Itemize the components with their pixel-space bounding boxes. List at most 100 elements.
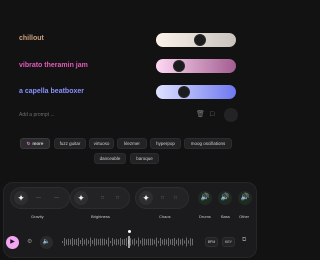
- slider-knob[interactable]: [194, 34, 206, 46]
- play-button[interactable]: ▶: [6, 236, 19, 249]
- chip[interactable]: baroque: [130, 153, 159, 164]
- waveform-bar: [76, 238, 77, 246]
- sparkle-icon[interactable]: ✦: [14, 191, 28, 205]
- knob-value: —: [36, 195, 41, 201]
- waveform-bar: [156, 237, 157, 247]
- waveform-scrubber[interactable]: [62, 236, 196, 248]
- waveform-bar: [82, 238, 83, 246]
- waveform-bar: [144, 238, 145, 246]
- waveform-bar: [98, 239, 99, 245]
- waveform-bar: [174, 237, 175, 247]
- waveform-bar: [164, 238, 165, 246]
- waveform-bar: [84, 239, 85, 245]
- waveform-bar: [176, 239, 177, 245]
- chip[interactable]: moog oscillations: [184, 138, 232, 149]
- chip[interactable]: virtuoso: [89, 138, 114, 149]
- playhead-handle[interactable]: [128, 230, 131, 233]
- waveform-bar: [138, 237, 139, 247]
- waveform-bar: [166, 239, 167, 245]
- share-icon[interactable]: ⧉: [242, 237, 246, 244]
- waveform-bar: [192, 238, 193, 246]
- weight-slider[interactable]: [156, 85, 236, 99]
- waveform-bar: [86, 238, 87, 246]
- waveform-bar: [66, 239, 67, 245]
- waveform-bar: [146, 239, 147, 245]
- waveform-bar: [180, 239, 181, 245]
- waveform-bar: [118, 239, 119, 245]
- waveform-bar: [158, 240, 159, 244]
- waveform-bar: [108, 237, 109, 247]
- speaker-icon[interactable]: 🔊: [198, 191, 212, 205]
- waveform-bar: [162, 239, 163, 245]
- settings-icon[interactable]: ⚙: [27, 238, 32, 245]
- chip[interactable]: fuzz guitar: [54, 138, 86, 149]
- waveform-bar: [120, 237, 121, 247]
- waveform-bar: [172, 238, 173, 246]
- stem-label: Other: [239, 214, 250, 219]
- waveform-bar: [168, 237, 169, 247]
- waveform-bar: [124, 238, 125, 246]
- brightness-control[interactable]: ✦ □ □: [70, 187, 130, 209]
- knob-indicator: □: [116, 195, 120, 201]
- chip[interactable]: hyperpop: [150, 138, 181, 149]
- waveform-bar: [134, 238, 135, 246]
- weight-slider[interactable]: [156, 59, 236, 73]
- waveform-bar: [178, 238, 179, 246]
- waveform-bar: [126, 237, 127, 247]
- chip-label: more: [32, 141, 44, 146]
- prompt-label[interactable]: vibrato theramin jam: [19, 62, 88, 69]
- waveform-bar: [140, 240, 141, 244]
- waveform-bar: [184, 240, 185, 244]
- waveform-bar: [88, 240, 89, 244]
- knob-label: Gravity: [31, 214, 44, 219]
- speaker-icon[interactable]: 🔈: [40, 236, 53, 249]
- waveform-bar: [132, 239, 133, 245]
- waveform-bar: [110, 240, 111, 244]
- prompt-label[interactable]: chillout: [19, 35, 44, 42]
- waveform-bar: [182, 238, 183, 246]
- stem-label: Drums: [199, 214, 211, 219]
- knob-indicator: □: [101, 195, 105, 201]
- chip[interactable]: klezmer: [117, 138, 147, 149]
- waveform-bar: [142, 238, 143, 246]
- waveform-bar: [102, 238, 103, 246]
- refresh-icon: ↻: [26, 140, 31, 146]
- waveform-bar: [74, 239, 75, 245]
- waveform-bar: [186, 237, 187, 247]
- speaker-icon[interactable]: 🔊: [218, 191, 232, 205]
- waveform-bar: [100, 238, 101, 246]
- weight-slider[interactable]: [156, 33, 236, 47]
- knob-indicator: □: [174, 195, 178, 201]
- stem-label: Bass: [221, 214, 230, 219]
- chip[interactable]: danceable: [94, 153, 126, 164]
- key-button[interactable]: KEY: [222, 237, 235, 247]
- waveform-bar: [150, 238, 151, 246]
- knob-label: Chaos: [159, 214, 171, 219]
- sparkle-icon[interactable]: ✦: [139, 191, 153, 205]
- waveform-bar: [78, 237, 79, 247]
- waveform-bar: [72, 238, 73, 246]
- knob-indicator: □: [161, 195, 165, 201]
- bpm-button[interactable]: BPM: [205, 237, 218, 247]
- waveform-bar: [80, 240, 81, 244]
- slider-knob[interactable]: [173, 60, 185, 72]
- waveform-bar: [152, 238, 153, 246]
- waveform-bar: [70, 239, 71, 245]
- knob-label: Brightness: [91, 214, 110, 219]
- waveform-bar: [96, 238, 97, 246]
- add-icon[interactable]: □: [210, 111, 214, 119]
- record-button[interactable]: [224, 108, 238, 122]
- waveform-bar: [130, 238, 131, 246]
- waveform-bar: [94, 238, 95, 246]
- trash-icon[interactable]: 🗑: [196, 111, 205, 119]
- prompt-label[interactable]: a capella beatboxer: [19, 88, 84, 95]
- gravity-control[interactable]: ✦ — —: [10, 187, 70, 209]
- waveform-bar: [62, 241, 63, 243]
- more-chip[interactable]: ↻ more: [20, 138, 50, 149]
- slider-knob[interactable]: [178, 86, 190, 98]
- speaker-icon[interactable]: 🔊: [238, 191, 252, 205]
- waveform-bar: [190, 238, 191, 246]
- waveform-bar: [136, 240, 137, 244]
- chaos-control[interactable]: ✦ □ □: [135, 187, 189, 209]
- sparkle-icon[interactable]: ✦: [74, 191, 88, 205]
